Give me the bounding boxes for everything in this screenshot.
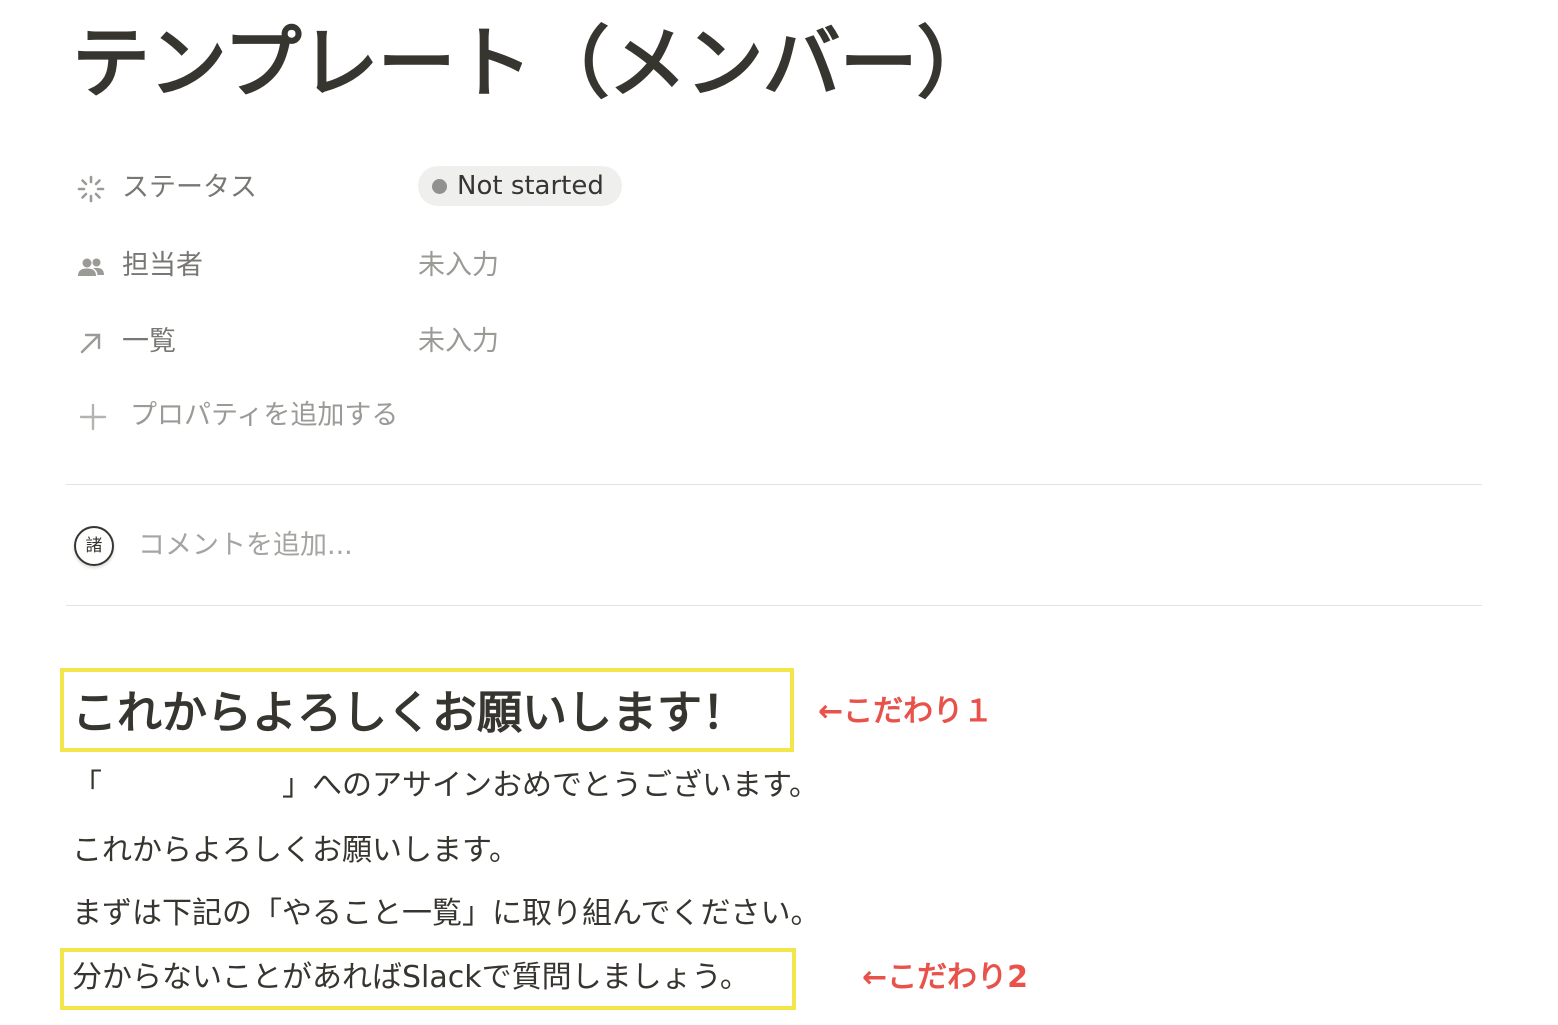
divider [66,484,1482,485]
divider [66,605,1482,606]
content-line-3[interactable]: まずは下記の「やること一覧」に取り組んでください。 [72,892,821,936]
property-label-status: ステータス [122,172,257,203]
property-label-assignee: 担当者 [122,250,203,281]
status-value: Not started [457,171,604,201]
property-row-status[interactable]: ステータス Not started [66,164,766,214]
status-loading-icon [77,175,105,203]
content-line-1[interactable]: 「 」へのアサインおめでとうございます。 [72,764,819,808]
property-value-relation[interactable]: 未入力 [418,322,499,362]
arrow-up-right-icon [80,333,101,354]
status-dot [432,178,447,194]
property-row-relation[interactable]: 一覧 未入力 [66,318,766,368]
property-row-assignee[interactable]: 担当者 未入力 [66,242,766,292]
content-line-2[interactable]: これからよろしくお願いします。 [72,829,519,873]
content-heading[interactable]: これからよろしくお願いします！ [72,680,747,746]
comment-input[interactable]: コメントを追加... [138,526,353,566]
content-line-4[interactable]: 分からないことがあればSlackで質問しましょう。 [72,956,750,1000]
status-badge[interactable]: Not started [418,166,622,206]
property-value-assignee[interactable]: 未入力 [418,246,499,286]
property-label-relation: 一覧 [122,326,176,357]
people-icon [78,258,104,276]
annotation-heading: ←こだわり１ [818,694,994,729]
plus-icon [79,403,107,431]
comment-row[interactable]: 諸 コメントを追加... [66,522,766,572]
add-property-button[interactable]: プロパティを追加する [66,394,486,440]
add-property-label: プロパティを追加する [130,400,399,431]
page-title[interactable]: テンプレート（メンバー） [72,14,995,114]
annotation-question: ←こだわり2 [862,960,1029,995]
notion-page: テンプレート（メンバー） ステータス Not started 担当者 未入力 一… [0,0,1558,1025]
avatar: 諸 [74,526,114,566]
